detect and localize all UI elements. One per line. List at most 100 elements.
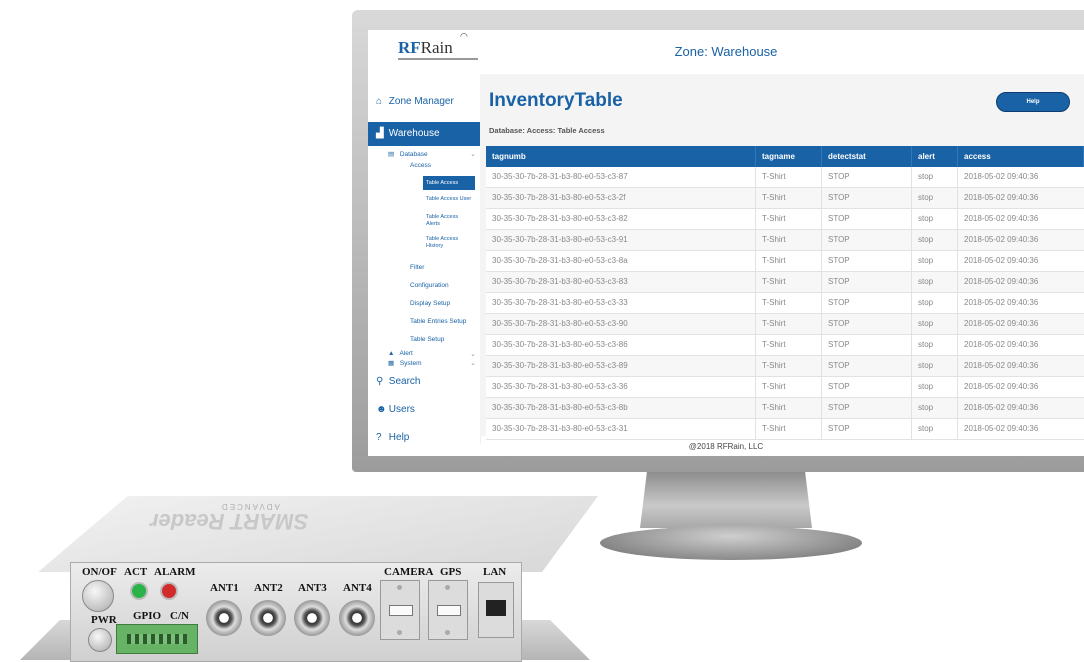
- ant2-connector[interactable]: [250, 600, 286, 636]
- table-cell: 2018-05-02 09:40:36: [964, 319, 1039, 328]
- table-cell: T-Shirt: [756, 209, 822, 229]
- table-cell: stop: [912, 377, 958, 397]
- table-row[interactable]: 30-35-30-7b-28-31-b3-80-e0-53-c3-91 T-Shi…: [486, 230, 1084, 251]
- table-row[interactable]: 30-35-30-7b-28-31-b3-80-e0-53-c3-89 T-Shi…: [486, 356, 1084, 377]
- sidebar-item-table-access-alerts[interactable]: Table Access Alerts: [426, 214, 468, 228]
- table-row[interactable]: 30-35-30-7b-28-31-b3-80-e0-53-c3-86 T-Shi…: [486, 335, 1084, 356]
- help-button[interactable]: Help: [996, 92, 1070, 112]
- table-cell: 2018-05-02 09:40:36: [964, 424, 1039, 433]
- power-jack[interactable]: [88, 628, 112, 652]
- table-row[interactable]: 30-35-30-7b-28-31-b3-80-e0-53-c3-8b T-Shi…: [486, 398, 1084, 419]
- sidebar-item-zone-manager[interactable]: ⌂ Zone Manager: [376, 96, 454, 107]
- bell-icon: ▲: [388, 350, 395, 357]
- sidebar: ⌂ Zone Manager ▟ Warehouse ▤ Database ⌄ …: [368, 74, 481, 444]
- alarm-label: ALARM: [154, 566, 196, 578]
- column-header[interactable]: tagnumb: [486, 146, 756, 167]
- table-row[interactable]: 30-35-30-7b-28-31-b3-80-e0-53-c3-8a T-Shi…: [486, 251, 1084, 272]
- table-row[interactable]: 30-35-30-7b-28-31-b3-80-e0-53-c3-90 T-Shi…: [486, 314, 1084, 335]
- windows-icon: ▦: [388, 360, 395, 367]
- sidebar-item-label: Warehouse: [388, 128, 440, 139]
- sidebar-item-table-access-history[interactable]: Table Access History: [426, 236, 468, 250]
- table-row[interactable]: 30-35-30-7b-28-31-b3-80-e0-53-c3-33 T-Shi…: [486, 293, 1084, 314]
- sidebar-item-warehouse[interactable]: ▟ Warehouse: [368, 122, 480, 146]
- column-header[interactable]: detectstat: [822, 146, 912, 167]
- table-cell: 2018-05-02 09:40:36: [964, 298, 1039, 307]
- gpio-terminal-block[interactable]: [116, 624, 198, 654]
- sidebar-item-alert[interactable]: ▲ Alert: [388, 350, 413, 357]
- table-cell: 30-35-30-7b-28-31-b3-80-e0-53-c3-86: [486, 335, 756, 355]
- sidebar-item-table-entries-setup[interactable]: Table Entries Setup: [410, 318, 466, 325]
- table-row[interactable]: 30-35-30-7b-28-31-b3-80-e0-53-c3-2f T-Shi…: [486, 188, 1084, 209]
- sidebar-item-table-access-user[interactable]: Table Access User: [426, 196, 471, 202]
- table-row[interactable]: 30-35-30-7b-28-31-b3-80-e0-53-c3-31 T-Shi…: [486, 419, 1084, 440]
- ant3-connector[interactable]: [294, 600, 330, 636]
- gps-label: GPS: [440, 566, 462, 578]
- table-cell: STOP: [822, 272, 912, 292]
- device-brand-subtitle: ADVANCED: [220, 502, 280, 511]
- table-cell: stop: [912, 272, 958, 292]
- column-header[interactable]: alert: [912, 146, 958, 167]
- ant1-label: ANT1: [210, 582, 239, 594]
- chevron-down-icon[interactable]: ⌄: [470, 150, 476, 158]
- ant1-connector[interactable]: [206, 600, 242, 636]
- table-cell: T-Shirt: [756, 293, 822, 313]
- table-cell: 2018-05-02 09:40:36: [964, 256, 1039, 265]
- table-cell: STOP: [822, 188, 912, 208]
- chevron-down-icon[interactable]: ⌄: [470, 350, 476, 358]
- screw-icon: [397, 585, 402, 590]
- column-header[interactable]: tagname: [756, 146, 822, 167]
- lan-port[interactable]: [478, 582, 514, 638]
- table-cell: stop: [912, 314, 958, 334]
- chevron-down-icon[interactable]: ⌄: [470, 359, 476, 367]
- camera-usb-port[interactable]: [380, 580, 420, 640]
- table-cell: stop: [912, 335, 958, 355]
- footer-copyright: @2018 RFRain, LLC: [688, 442, 764, 451]
- lan-label: LAN: [483, 566, 507, 578]
- sidebar-item-system[interactable]: ▦ System: [388, 359, 421, 367]
- table-cell: STOP: [822, 419, 912, 439]
- sidebar-item-filter[interactable]: Filter: [410, 264, 424, 271]
- table-row[interactable]: 30-35-30-7b-28-31-b3-80-e0-53-c3-82 T-Shi…: [486, 209, 1084, 230]
- breadcrumb: Database: Access: Table Access: [489, 126, 605, 135]
- sidebar-item-database[interactable]: ▤ Database: [388, 150, 428, 158]
- table-cell: stop: [912, 356, 958, 376]
- sidebar-item-configuration[interactable]: Configuration: [410, 282, 449, 289]
- table-cell: STOP: [822, 377, 912, 397]
- column-header[interactable]: access: [958, 146, 1084, 167]
- table-cell: STOP: [822, 230, 912, 250]
- sidebar-item-users[interactable]: ☻ Users: [376, 404, 415, 415]
- table-cell: 30-35-30-7b-28-31-b3-80-e0-53-c3-89: [486, 356, 756, 376]
- sidebar-item-table-access[interactable]: Table Access: [423, 176, 475, 190]
- table-cell: STOP: [822, 251, 912, 271]
- table-cell: 30-35-30-7b-28-31-b3-80-e0-53-c3-87: [486, 167, 756, 187]
- table-cell: 30-35-30-7b-28-31-b3-80-e0-53-c3-90: [486, 314, 756, 334]
- table-cell: 30-35-30-7b-28-31-b3-80-e0-53-c3-83: [486, 272, 756, 292]
- table-cell: 2018-05-02 09:40:36: [964, 235, 1039, 244]
- gps-usb-port[interactable]: [428, 580, 468, 640]
- monitor-stand-neck: [640, 472, 812, 528]
- sidebar-item-search[interactable]: ⚲ Search: [376, 376, 420, 387]
- sidebar-item-access[interactable]: Access: [410, 162, 431, 169]
- table-cell: stop: [912, 293, 958, 313]
- camera-label: CAMERA: [384, 566, 434, 578]
- sidebar-item-display-setup[interactable]: Display Setup: [410, 300, 450, 307]
- power-switch[interactable]: [82, 580, 114, 612]
- screw-icon: [397, 630, 402, 635]
- wifi-icon: ◠: [460, 31, 468, 41]
- ant4-label: ANT4: [343, 582, 372, 594]
- device-brand-logo: SMART Reader: [150, 509, 309, 534]
- app-header: RFRain ◠ Zone: Warehouse: [368, 30, 1084, 75]
- sidebar-item-table-setup[interactable]: Table Setup: [410, 336, 444, 343]
- reader-device-top: [38, 496, 598, 572]
- table-cell: T-Shirt: [756, 314, 822, 334]
- database-icon: ▤: [388, 151, 395, 158]
- on-off-label: ON/OF: [82, 566, 117, 578]
- table-cell: T-Shirt: [756, 377, 822, 397]
- ant4-connector[interactable]: [339, 600, 375, 636]
- table-cell: stop: [912, 398, 958, 418]
- table-cell: 2018-05-02 09:40:36: [964, 340, 1039, 349]
- table-row[interactable]: 30-35-30-7b-28-31-b3-80-e0-53-c3-83 T-Shi…: [486, 272, 1084, 293]
- table-row[interactable]: 30-35-30-7b-28-31-b3-80-e0-53-c3-87 T-Shi…: [486, 167, 1084, 188]
- cn-label: C/N: [170, 610, 189, 622]
- table-row[interactable]: 30-35-30-7b-28-31-b3-80-e0-53-c3-36 T-Shi…: [486, 377, 1084, 398]
